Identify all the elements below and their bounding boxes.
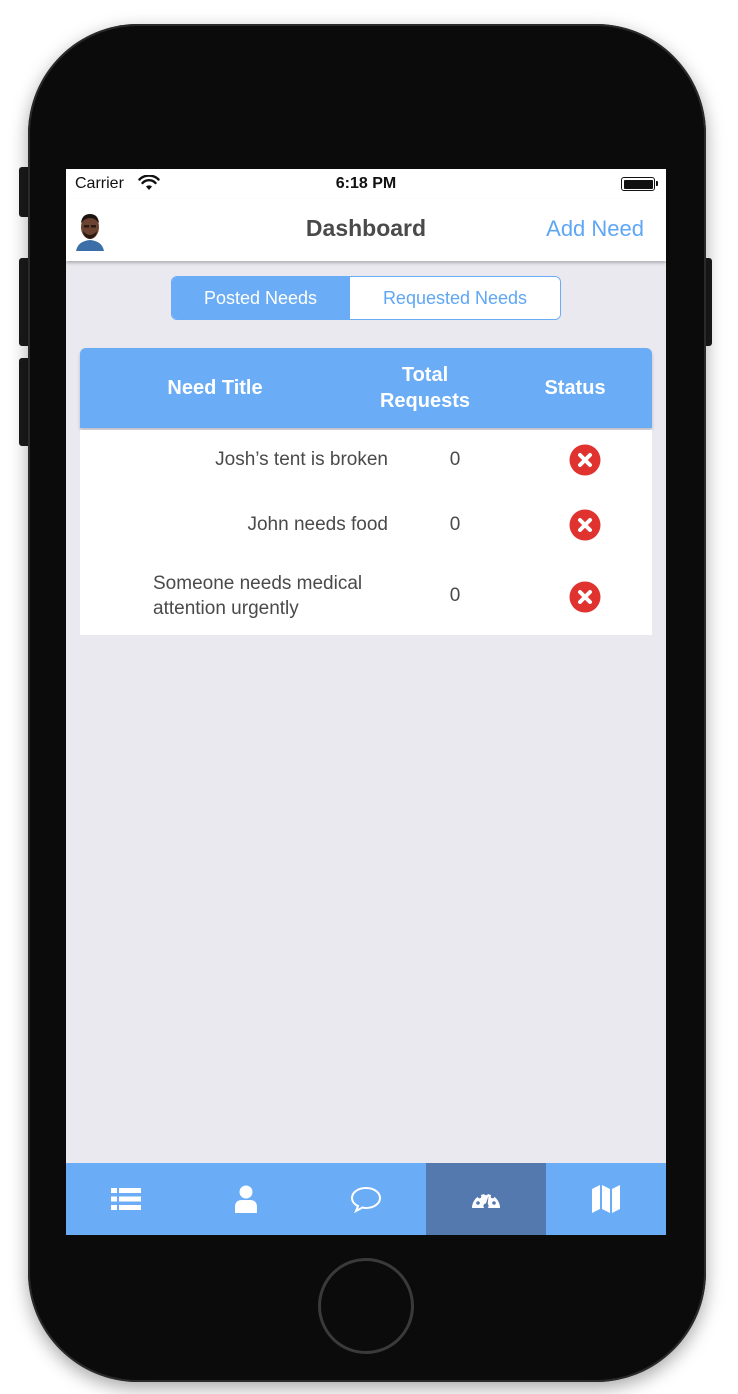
app-screen: Carrier 6:18 PM Dashboard Add Need Poste… (66, 169, 666, 1235)
table-row[interactable]: Josh’s tent is broken 0 (80, 430, 652, 490)
column-header-need-title: Need Title (167, 377, 263, 399)
list-icon (111, 1188, 141, 1210)
column-header-status: Status (544, 377, 606, 399)
request-count: 0 (449, 514, 461, 535)
dashboard-gauge-icon (472, 1191, 500, 1209)
column-header-total-line1: Total (401, 364, 449, 386)
tab-profile[interactable] (186, 1163, 306, 1235)
clock: 6:18 PM (335, 175, 397, 192)
status-bar: Carrier 6:18 PM (66, 169, 666, 199)
map-icon (592, 1185, 620, 1213)
need-title-line2: attention urgently (153, 598, 299, 619)
need-title: Someone needs medical attention urgently (153, 571, 393, 621)
column-header-total-line2: Requests (379, 390, 471, 412)
tab-list[interactable] (66, 1163, 186, 1235)
battery-icon (621, 177, 658, 191)
person-icon (235, 1185, 257, 1213)
home-button[interactable] (318, 1258, 414, 1354)
tab-messages[interactable] (306, 1163, 426, 1235)
tab-bar (66, 1163, 666, 1235)
need-title: John needs food (247, 514, 388, 535)
table-header: Need Title Total Requests Status (80, 348, 652, 428)
tab-map[interactable] (546, 1163, 666, 1235)
navigation-bar: Dashboard Add Need (66, 199, 666, 261)
table-row[interactable]: John needs food 0 (80, 495, 652, 555)
segment-requested-needs[interactable]: Requested Needs (349, 277, 560, 319)
request-count: 0 (449, 449, 461, 470)
tab-dashboard[interactable] (426, 1163, 546, 1235)
x-circle-icon[interactable] (569, 581, 601, 613)
table-row[interactable]: Someone needs medical attention urgently… (80, 560, 652, 635)
x-circle-icon[interactable] (569, 509, 601, 541)
needs-table: Josh’s tent is broken 0 John needs food … (80, 430, 652, 635)
need-title: Josh’s tent is broken (215, 449, 388, 470)
chat-bubble-icon (350, 1186, 382, 1213)
segment-posted-needs[interactable]: Posted Needs (172, 277, 349, 319)
needs-segmented-control: Posted Needs Requested Needs (171, 276, 561, 320)
need-title-line1: Someone needs medical (153, 573, 363, 594)
add-need-button[interactable]: Add Need (546, 216, 644, 242)
request-count: 0 (449, 585, 461, 606)
column-header-total-requests: Total Requests (360, 362, 490, 414)
x-circle-icon[interactable] (569, 444, 601, 476)
